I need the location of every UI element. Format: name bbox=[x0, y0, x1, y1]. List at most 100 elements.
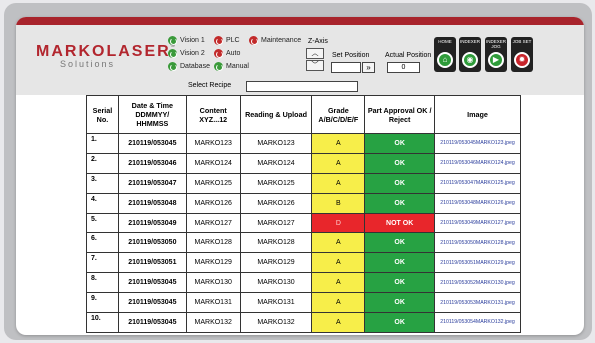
job-set-button[interactable]: JOB SET ✹ bbox=[511, 37, 533, 72]
cell-content: MARKO125 bbox=[185, 172, 241, 194]
status-label: Maintenance bbox=[261, 37, 302, 44]
header-image: Image bbox=[434, 95, 521, 134]
status-plc: PLC bbox=[214, 36, 240, 45]
logo-text: MARKOLASER bbox=[36, 43, 171, 60]
cell-serial: 4. bbox=[86, 192, 119, 214]
status-vision1: Vision 1 bbox=[168, 36, 205, 45]
cell-serial: 3. bbox=[86, 172, 119, 194]
table-row: 6. 210119/053050 MARKO128 MARKO128 A OK … bbox=[86, 232, 521, 254]
cell-datetime: 210119/053047 bbox=[117, 172, 187, 194]
cell-reading: MARKO129 bbox=[239, 252, 313, 274]
cell-image-link[interactable]: 210119/053047MARKO125.jpeg bbox=[434, 172, 521, 194]
set-position-input[interactable] bbox=[331, 62, 361, 73]
actual-position-label: Actual Position bbox=[385, 52, 432, 59]
cell-serial: 5. bbox=[86, 212, 119, 234]
cell-grade: A bbox=[311, 272, 366, 294]
header-approval: Part Approval OK / Reject bbox=[364, 95, 436, 134]
cell-content: MARKO130 bbox=[185, 272, 241, 294]
cell-approval: OK bbox=[364, 272, 436, 294]
cell-grade: A bbox=[311, 312, 366, 333]
cell-serial: 6. bbox=[86, 232, 119, 254]
cell-image-link[interactable]: 210119/053045MARKO123.jpeg bbox=[434, 133, 521, 154]
header-datetime: Date & Time DDMMYY/ HHMMSS bbox=[117, 95, 187, 134]
table-header-row: Serial No. Date & Time DDMMYY/ HHMMSS Co… bbox=[86, 95, 521, 134]
indexer-jog-button-label: INDEXER JOG bbox=[485, 39, 506, 49]
cell-content: MARKO131 bbox=[185, 292, 241, 314]
cell-image-link[interactable]: 210119/053050MARKO128.jpeg bbox=[434, 232, 521, 254]
cell-grade: D bbox=[311, 212, 366, 234]
cell-approval: OK bbox=[364, 292, 436, 314]
table-row: 8. 210119/053045 MARKO130 MARKO130 A OK … bbox=[86, 272, 521, 294]
cell-approval: OK bbox=[364, 312, 436, 333]
cell-image-link[interactable]: 210119/053046MARKO124.jpeg bbox=[434, 152, 521, 174]
cell-content: MARKO127 bbox=[185, 212, 241, 234]
cell-content: MARKO126 bbox=[185, 192, 241, 214]
cell-image-link[interactable]: 210119/053052MARKO130.jpeg bbox=[434, 272, 521, 294]
cell-datetime: 210119/053051 bbox=[117, 252, 187, 274]
home-icon: ⌂ bbox=[437, 52, 453, 68]
set-position-label: Set Position bbox=[332, 52, 370, 59]
status-label: Auto bbox=[226, 50, 241, 57]
cell-grade: A bbox=[311, 172, 366, 194]
cell-image-link[interactable]: 210119/053053MARKO131.jpeg bbox=[434, 292, 521, 314]
select-recipe-label: Select Recipe bbox=[188, 82, 232, 89]
cell-datetime: 210119/053045 bbox=[117, 312, 187, 333]
cell-reading: MARKO127 bbox=[239, 212, 313, 234]
status-fault-icon bbox=[214, 36, 223, 45]
home-button[interactable]: HOME ⌂ bbox=[434, 37, 456, 72]
status-auto: Auto bbox=[214, 49, 240, 58]
cell-approval: NOT OK bbox=[364, 212, 436, 234]
cell-grade: A bbox=[311, 232, 366, 254]
cell-grade: A bbox=[311, 252, 366, 274]
indexer-button[interactable]: INDEXER ◉ bbox=[459, 37, 481, 72]
cell-grade: A bbox=[311, 292, 366, 314]
cell-grade: A bbox=[311, 152, 366, 174]
status-label: PLC bbox=[226, 37, 240, 44]
cell-reading: MARKO132 bbox=[239, 312, 313, 333]
table-row: 9. 210119/053045 MARKO131 MARKO131 A OK … bbox=[86, 292, 521, 314]
select-recipe-input[interactable] bbox=[246, 81, 358, 92]
status-ok-icon bbox=[168, 49, 177, 58]
header-reading: Reading & Upload bbox=[239, 95, 313, 134]
cell-approval: OK bbox=[364, 232, 436, 254]
set-position-go-button[interactable]: » bbox=[362, 62, 375, 73]
cell-grade: A bbox=[311, 133, 366, 154]
zaxis-up-button[interactable]: ︿ bbox=[306, 48, 324, 59]
status-ok-icon bbox=[168, 62, 177, 71]
gear-icon: ✹ bbox=[514, 52, 530, 68]
indexer-button-label: INDEXER bbox=[459, 39, 480, 44]
cell-approval: OK bbox=[364, 192, 436, 214]
cell-image-link[interactable]: 210119/053051MARKO129.jpeg bbox=[434, 252, 521, 274]
cell-reading: MARKO130 bbox=[239, 272, 313, 294]
zaxis-down-button[interactable]: ﹀ bbox=[306, 60, 324, 71]
table-row: 3. 210119/053047 MARKO125 MARKO125 A OK … bbox=[86, 172, 521, 194]
cell-image-link[interactable]: 210119/053049MARKO127.jpeg bbox=[434, 212, 521, 234]
indexer-jog-button[interactable]: INDEXER JOG ▶ bbox=[485, 37, 507, 72]
cell-content: MARKO128 bbox=[185, 232, 241, 254]
header-grade: Grade A/B/C/D/E/F bbox=[311, 95, 366, 134]
cell-datetime: 210119/053050 bbox=[117, 232, 187, 254]
home-button-label: HOME bbox=[438, 39, 452, 44]
hmi-panel: MARKOLASER® Solutions Vision 1 Vision 2 … bbox=[16, 17, 584, 335]
cell-approval: OK bbox=[364, 252, 436, 274]
cell-image-link[interactable]: 210119/053054MARKO132.jpeg bbox=[434, 312, 521, 333]
header-content: Content XYZ...12 bbox=[185, 95, 241, 134]
table-row: 10. 210119/053045 MARKO132 MARKO132 A OK… bbox=[86, 312, 521, 333]
job-set-button-label: JOB SET bbox=[512, 39, 532, 44]
cell-content: MARKO132 bbox=[185, 312, 241, 333]
header-serial: Serial No. bbox=[86, 95, 119, 134]
zaxis-label: Z-Axis bbox=[308, 38, 328, 45]
cell-datetime: 210119/053045 bbox=[117, 292, 187, 314]
actual-position-value: 0 bbox=[387, 62, 420, 73]
cell-reading: MARKO128 bbox=[239, 232, 313, 254]
cell-datetime: 210119/053045 bbox=[117, 133, 187, 154]
status-database: Database bbox=[168, 62, 210, 71]
status-label: Vision 1 bbox=[180, 37, 205, 44]
cell-image-link[interactable]: 210119/053048MARKO126.jpeg bbox=[434, 192, 521, 214]
cell-datetime: 210119/053049 bbox=[117, 212, 187, 234]
status-maintenance: Maintenance bbox=[249, 36, 301, 45]
status-manual: Manual bbox=[214, 62, 249, 71]
status-label: Database bbox=[180, 63, 210, 70]
cell-reading: MARKO123 bbox=[239, 133, 313, 154]
table-row: 1. 210119/053045 MARKO123 MARKO123 A OK … bbox=[86, 133, 521, 154]
